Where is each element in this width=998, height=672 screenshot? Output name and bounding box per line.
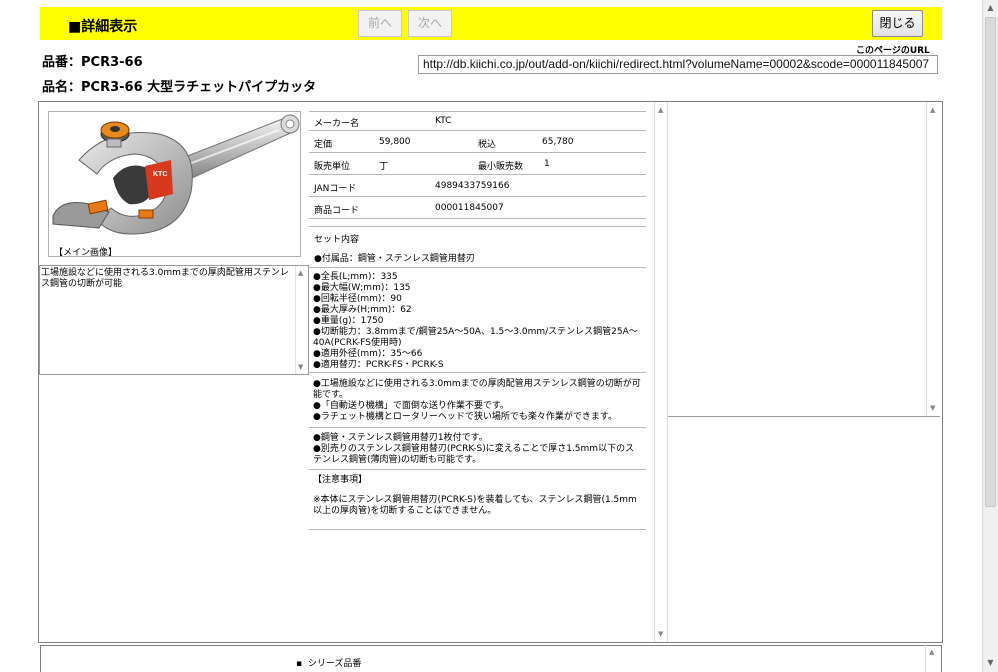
scroll-up-icon[interactable]: ▲ bbox=[658, 106, 663, 114]
product-number: 品番：PCR3-66 bbox=[42, 55, 143, 70]
list-item: ●切断能力：3.8mmまで/鋼管25A～50A、1.5～3.0mm/ステンレス鋼… bbox=[313, 327, 638, 348]
tax-label: 税込 bbox=[478, 140, 497, 150]
scroll-down-icon[interactable]: ▼ bbox=[983, 655, 998, 671]
scroll-up-icon[interactable]: ▲ bbox=[983, 0, 998, 16]
code-value: 000011845007 bbox=[435, 203, 504, 213]
min-value: 1 bbox=[544, 159, 550, 169]
caution-text: ※本体にステンレス鋼管用替刃(PCRK-S)を装着しても、ステンレス鋼管(1.5… bbox=[313, 495, 637, 516]
price-label: 定価 bbox=[314, 140, 333, 150]
close-button[interactable]: 閉じる bbox=[872, 10, 923, 37]
scroll-down-icon[interactable]: ▼ bbox=[930, 404, 935, 412]
pipe-cutter-image: KTC bbox=[52, 114, 300, 235]
features-list: ●工場施設などに使用される3.0mmまでの厚肉配管用ステンレス鋼管の切断が可能で… bbox=[313, 379, 641, 423]
jan-label: JANコード bbox=[314, 184, 357, 194]
spec-row-unit: 販売単位 丁 最小販売数 1 bbox=[309, 153, 646, 175]
spec-row-jan: JANコード 4989433759166 bbox=[309, 175, 646, 197]
header-bar: ■詳細表示 前へ 次へ 閉じる bbox=[40, 7, 942, 40]
divider bbox=[309, 427, 646, 428]
jan-value: 4989433759166 bbox=[435, 181, 510, 191]
list-item: ●回転半径(mm)：90 bbox=[313, 294, 402, 304]
divider bbox=[309, 372, 646, 373]
main-image: KTC 【メイン画像】 bbox=[48, 111, 301, 257]
series-label-row: ▪ シリーズ品番 bbox=[296, 656, 361, 669]
scrollbar-thumb[interactable] bbox=[985, 17, 996, 507]
list-item: ●別売りのステンレス鋼管用替刃(PCRK-S)に変えることで厚さ1.5mm以下の… bbox=[313, 444, 635, 465]
brand-label: KTC bbox=[153, 171, 167, 178]
list-item: ●適用替刃：PCRK-FS・PCRK-S bbox=[313, 360, 444, 370]
product-name: 品名：PCR3-66 大型ラチェットパイプカッタ bbox=[42, 80, 317, 95]
list-item: ●適用外径(mm)：35～66 bbox=[313, 349, 423, 359]
bullet-icon: ▪ bbox=[296, 659, 303, 669]
list-item: ●重量(g)：1750 bbox=[313, 316, 384, 326]
next-button[interactable]: 次へ bbox=[408, 10, 452, 37]
scroll-up-icon[interactable]: ▲ bbox=[929, 648, 934, 656]
price-value: 59,800 bbox=[379, 137, 411, 147]
scroll-up-icon[interactable]: ▲ bbox=[930, 106, 935, 114]
spec-scrollbar[interactable]: ▲ ▼ bbox=[654, 102, 668, 642]
spec-spacer bbox=[309, 219, 646, 227]
set-content-section: セット内容 ●付属品：鋼管・ステンレス鋼管用替刃 bbox=[309, 227, 646, 268]
list-item: ●工場施設などに使用される3.0mmまでの厚肉配管用ステンレス鋼管の切断が可能で… bbox=[313, 379, 641, 400]
spec-row-maker: メーカー名 KTC bbox=[309, 111, 646, 131]
scroll-down-icon[interactable]: ▼ bbox=[658, 630, 663, 638]
right-pane-scrollbar[interactable]: ▲ ▼ bbox=[926, 102, 940, 416]
spec-row-code: 商品コード 000011845007 bbox=[309, 197, 646, 219]
series-panel bbox=[40, 645, 942, 672]
divider bbox=[309, 469, 646, 470]
list-item: ●最大厚み(H;mm)：62 bbox=[313, 305, 412, 315]
page-title: ■詳細表示 bbox=[68, 19, 138, 35]
window-scrollbar[interactable]: ▲ ▼ bbox=[982, 0, 998, 672]
prev-button[interactable]: 前へ bbox=[358, 10, 402, 37]
list-item: ●鋼管・ステンレス鋼管用替刃1枚付です。 bbox=[313, 433, 488, 443]
description-scrollbar[interactable]: ▲ ▼ bbox=[295, 266, 308, 374]
scroll-down-icon[interactable]: ▼ bbox=[298, 363, 303, 371]
min-label: 最小販売数 bbox=[478, 162, 524, 172]
caution-section: 【注意事項】 ※本体にステンレス鋼管用替刃(PCRK-S)を装着しても、ステンレ… bbox=[313, 475, 641, 517]
image-caption: 【メイン画像】 bbox=[54, 248, 118, 257]
set-content-label: セット内容 bbox=[314, 235, 360, 245]
description-box[interactable]: 工場施設などに使用される3.0mmまでの厚肉配管用ステンレス鋼管の切断が可能 ▲… bbox=[39, 265, 309, 375]
scroll-up-icon[interactable]: ▲ bbox=[298, 269, 303, 277]
unit-label: 販売単位 bbox=[314, 162, 351, 172]
tax-value: 65,780 bbox=[542, 137, 574, 147]
list-item: ●「自動送り機構」で面倒な送り作業不要です。 bbox=[313, 401, 509, 411]
maker-label: メーカー名 bbox=[314, 119, 360, 129]
list-item: ●全長(L;mm)：335 bbox=[313, 272, 398, 282]
caution-label: 【注意事項】 bbox=[313, 475, 368, 485]
description-text: 工場施設などに使用される3.0mmまでの厚肉配管用ステンレス鋼管の切断が可能 bbox=[41, 268, 289, 289]
series-scrollbar[interactable]: ▲ bbox=[925, 645, 939, 672]
set-content-value: ●付属品：鋼管・ステンレス鋼管用替刃 bbox=[314, 254, 475, 264]
series-label: シリーズ品番 bbox=[307, 659, 362, 669]
divider bbox=[309, 529, 646, 530]
code-label: 商品コード bbox=[314, 206, 360, 216]
list-item: ●ラチェット機構とロータリーヘッドで狭い場所でも楽々作業ができます。 bbox=[313, 412, 617, 422]
right-pane-divider bbox=[668, 416, 940, 417]
list-item: ●最大幅(W;mm)：135 bbox=[313, 283, 411, 293]
unit-value: 丁 bbox=[379, 162, 389, 172]
maker-value: KTC bbox=[435, 116, 452, 126]
dimensions-list: ●全長(L;mm)：335 ●最大幅(W;mm)：135 ●回転半径(mm)：9… bbox=[313, 272, 641, 371]
url-field[interactable]: http://db.kiichi.co.jp/out/add-on/kiichi… bbox=[418, 55, 938, 74]
spec-row-price: 定価 59,800 税込 65,780 bbox=[309, 131, 646, 153]
notes-list: ●鋼管・ステンレス鋼管用替刃1枚付です。 ●別売りのステンレス鋼管用替刃(PCR… bbox=[313, 433, 641, 466]
